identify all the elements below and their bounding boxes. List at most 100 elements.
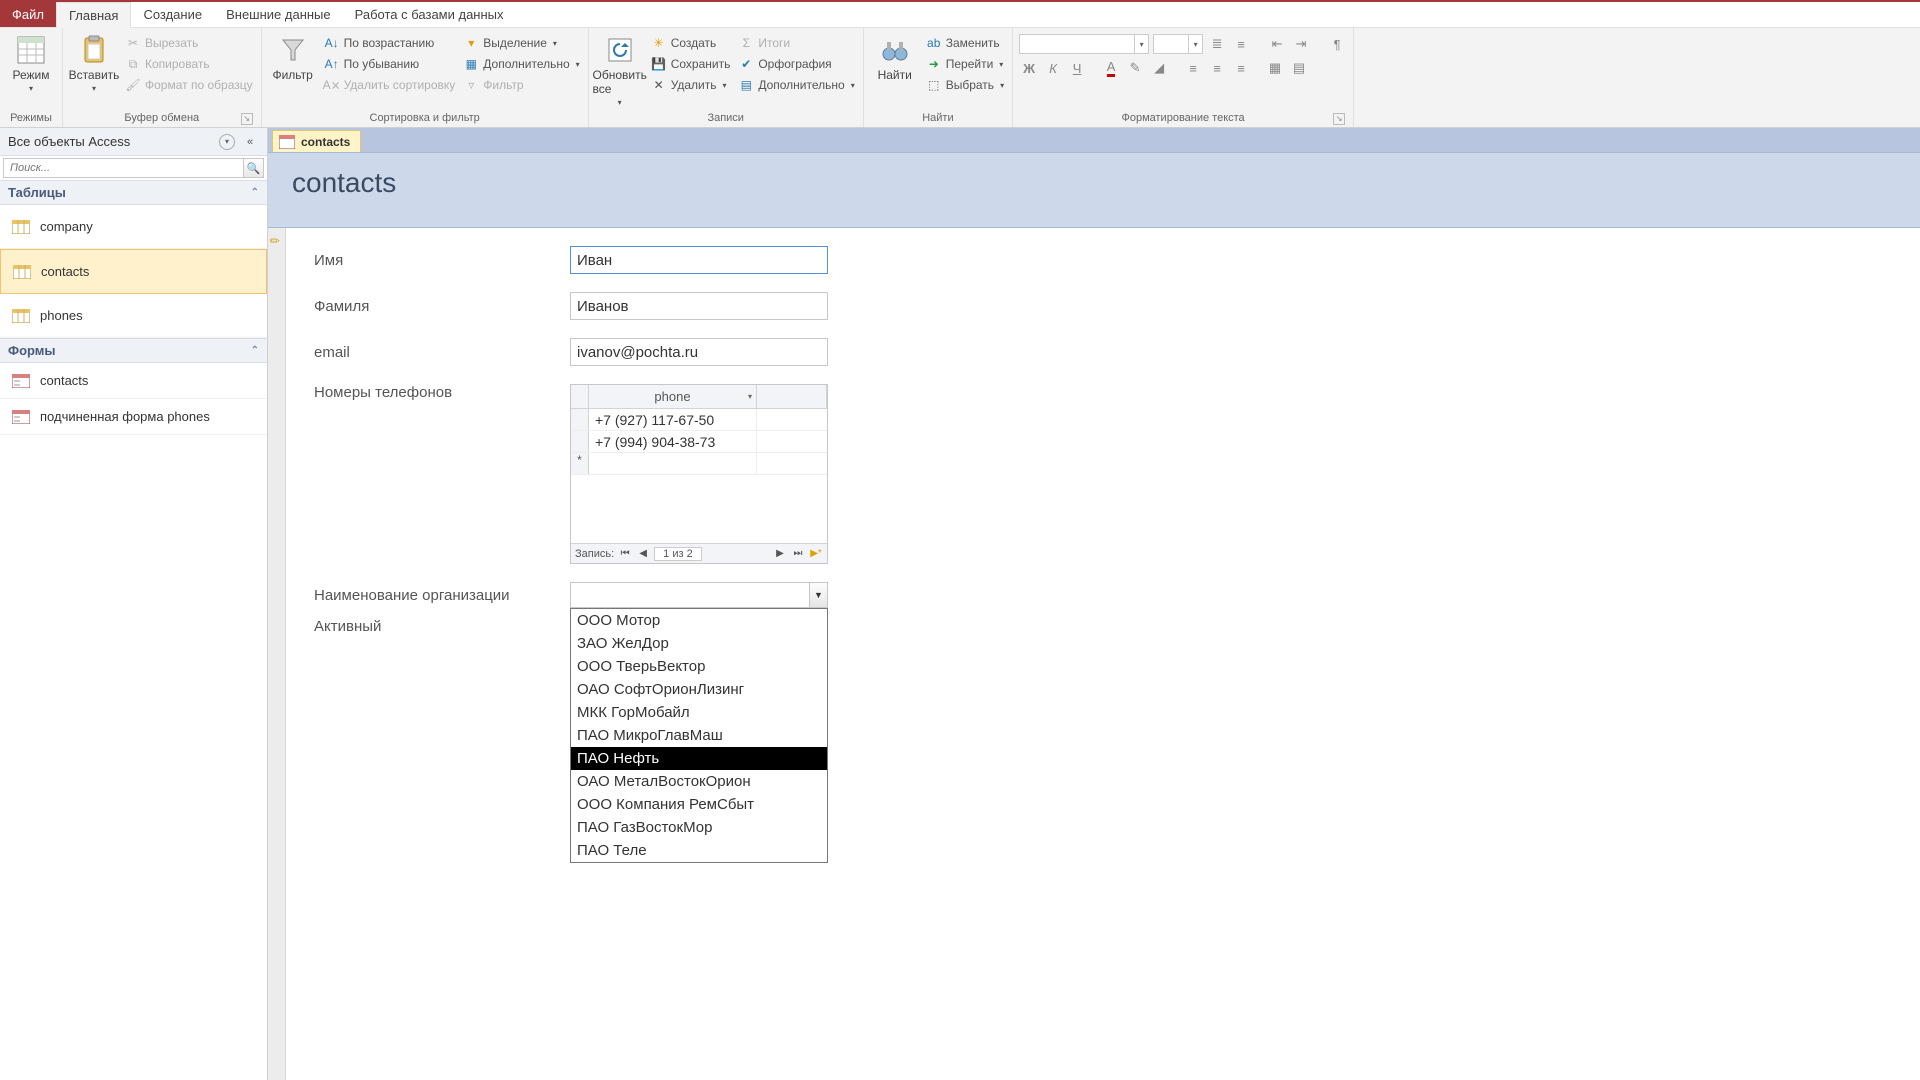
- nav-item-form-phones-sub[interactable]: подчиненная форма phones: [0, 399, 267, 435]
- combo-option[interactable]: ПАО ГазВостокМор: [571, 816, 827, 839]
- tab-external-data[interactable]: Внешние данные: [214, 2, 343, 27]
- tab-create[interactable]: Создание: [131, 2, 214, 27]
- nav-prev-icon[interactable]: ◀: [636, 548, 650, 559]
- ribbon-group-records: Обновить все ▾ ✳Создать 💾Сохранить ✕Удал…: [589, 28, 864, 127]
- fill-color-button[interactable]: ◢: [1149, 58, 1169, 78]
- subform-column-phone[interactable]: phone▾: [589, 385, 757, 408]
- chevron-down-icon[interactable]: ▼: [809, 583, 827, 607]
- combo-organization-dropdown: ООО МоторЗАО ЖелДорООО ТверьВекторОАО Со…: [570, 608, 828, 863]
- subform-row[interactable]: +7 (927) 117-67-50: [571, 409, 827, 431]
- collapse-pane-icon[interactable]: «: [241, 136, 259, 148]
- combo-option[interactable]: ПАО Теле: [571, 839, 827, 862]
- advanced-icon: ▦: [463, 56, 479, 72]
- font-family-dropdown[interactable]: ▾: [1019, 34, 1149, 54]
- search-icon[interactable]: 🔍: [243, 159, 263, 177]
- dialog-launcher-icon[interactable]: ↘: [1333, 113, 1345, 125]
- nav-next-icon[interactable]: ▶: [773, 548, 787, 559]
- highlight-button[interactable]: ✎: [1125, 58, 1145, 78]
- subform-record-nav: Запись: ⏮ ◀ 1 из 2 ▶ ⏭ ▶*: [571, 543, 827, 563]
- spelling-button[interactable]: ✔Орфография: [736, 55, 856, 73]
- label-email: email: [314, 344, 570, 361]
- new-record-button[interactable]: ✳Создать: [649, 34, 733, 52]
- find-button[interactable]: Найти: [870, 34, 920, 82]
- nav-item-table-company[interactable]: company: [0, 205, 267, 249]
- text-direction-button[interactable]: ¶: [1327, 34, 1347, 54]
- combo-option[interactable]: ЗАО ЖелДор: [571, 632, 827, 655]
- totals-button[interactable]: ΣИтоги: [736, 34, 856, 52]
- save-record-button[interactable]: 💾Сохранить: [649, 55, 733, 73]
- nav-new-icon[interactable]: ▶*: [809, 548, 823, 559]
- nav-first-icon[interactable]: ⏮: [618, 548, 632, 559]
- subform-row[interactable]: +7 (994) 904-38-73: [571, 431, 827, 453]
- subform-new-row[interactable]: *: [571, 453, 827, 475]
- combo-organization[interactable]: ▼: [570, 582, 828, 608]
- chevron-down-icon: ▾: [748, 392, 752, 401]
- cut-button[interactable]: ✂Вырезать: [123, 34, 255, 52]
- copy-icon: ⧉: [125, 56, 141, 72]
- clear-sort-button[interactable]: A⨯Удалить сортировку: [322, 76, 458, 94]
- view-mode-button[interactable]: Режим ▾: [6, 34, 56, 93]
- font-size-dropdown[interactable]: ▾: [1153, 34, 1203, 54]
- nav-section-tables[interactable]: Таблицы⌃: [0, 180, 267, 205]
- replace-button[interactable]: abЗаменить: [924, 34, 1006, 52]
- brush-icon: 🖌: [125, 77, 141, 93]
- decrease-indent-button[interactable]: ⇤: [1267, 34, 1287, 54]
- numbering-button[interactable]: ≡: [1231, 34, 1251, 54]
- field-email[interactable]: ivanov@pochta.ru: [570, 338, 828, 366]
- filter-button[interactable]: Фильтр: [268, 34, 318, 82]
- nav-item-table-contacts[interactable]: contacts: [0, 249, 267, 294]
- font-color-button[interactable]: A: [1101, 58, 1121, 78]
- refresh-all-button[interactable]: Обновить все ▾: [595, 34, 645, 107]
- underline-button[interactable]: Ч: [1067, 58, 1087, 78]
- record-selector[interactable]: ✎: [268, 228, 286, 1080]
- combo-option[interactable]: ООО ТверьВектор: [571, 655, 827, 678]
- combo-option[interactable]: ПАО МикроГлавМаш: [571, 724, 827, 747]
- field-surname[interactable]: Иванов: [570, 292, 828, 320]
- document-tab-contacts[interactable]: contacts: [272, 130, 361, 152]
- sort-desc-button[interactable]: A↑По убыванию: [322, 55, 458, 73]
- sort-asc-button[interactable]: A↓По возрастанию: [322, 34, 458, 52]
- combo-option[interactable]: ОАО МеталВостокОрион: [571, 770, 827, 793]
- chevron-down-icon: ▾: [29, 84, 33, 93]
- copy-button[interactable]: ⧉Копировать: [123, 55, 255, 73]
- combo-option[interactable]: ООО Компания РемСбыт: [571, 793, 827, 816]
- align-right-button[interactable]: ≡: [1231, 58, 1251, 78]
- toggle-filter-button[interactable]: ▿Фильтр: [461, 76, 581, 94]
- align-center-button[interactable]: ≡: [1207, 58, 1227, 78]
- alt-row-color-button[interactable]: ▤: [1289, 58, 1309, 78]
- gridlines-button[interactable]: ▦: [1265, 58, 1285, 78]
- nav-search-input[interactable]: [4, 159, 243, 177]
- tab-database-tools[interactable]: Работа с базами данных: [343, 2, 516, 27]
- increase-indent-button[interactable]: ⇥: [1291, 34, 1311, 54]
- label-organization: Наименование организации: [314, 587, 570, 604]
- combo-option[interactable]: ООО Мотор: [571, 609, 827, 632]
- select-button[interactable]: ⬚Выбрать▾: [924, 76, 1006, 94]
- chevron-down-icon[interactable]: ▾: [219, 134, 235, 150]
- bold-button[interactable]: Ж: [1019, 58, 1039, 78]
- nav-header[interactable]: Все объекты Access ▾ «: [0, 128, 267, 156]
- bullets-button[interactable]: ≣: [1207, 34, 1227, 54]
- align-left-button[interactable]: ≡: [1183, 58, 1203, 78]
- tab-home[interactable]: Главная: [56, 2, 131, 28]
- label-name: Имя: [314, 252, 570, 269]
- format-painter-button[interactable]: 🖌Формат по образцу: [123, 76, 255, 94]
- nav-item-form-contacts[interactable]: contacts: [0, 363, 267, 399]
- combo-option[interactable]: МКК ГорМобайл: [571, 701, 827, 724]
- combo-option[interactable]: ПАО Нефть: [571, 747, 827, 770]
- selection-filter-button[interactable]: ▾Выделение▾: [461, 34, 581, 52]
- nav-item-table-phones[interactable]: phones: [0, 294, 267, 338]
- nav-section-forms[interactable]: Формы⌃: [0, 338, 267, 363]
- delete-record-button[interactable]: ✕Удалить▾: [649, 76, 733, 94]
- italic-button[interactable]: К: [1043, 58, 1063, 78]
- goto-button[interactable]: ➜Перейти▾: [924, 55, 1006, 73]
- spellcheck-icon: ✔: [738, 56, 754, 72]
- paste-button[interactable]: Вставить ▾: [69, 34, 119, 93]
- more-records-button[interactable]: ▤Дополнительно▾: [736, 76, 856, 94]
- nav-last-icon[interactable]: ⏭: [791, 548, 805, 559]
- tab-file[interactable]: Файл: [0, 2, 56, 27]
- pencil-icon: ✎: [267, 232, 284, 249]
- field-name[interactable]: Иван: [570, 246, 828, 274]
- combo-option[interactable]: ОАО СофтОрионЛизинг: [571, 678, 827, 701]
- dialog-launcher-icon[interactable]: ↘: [241, 113, 253, 125]
- advanced-filter-button[interactable]: ▦Дополнительно▾: [461, 55, 581, 73]
